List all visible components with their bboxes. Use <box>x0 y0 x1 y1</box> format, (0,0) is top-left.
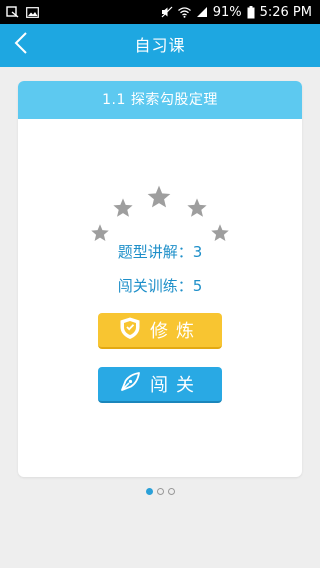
shield-icon <box>118 316 142 345</box>
star-icon <box>187 198 207 217</box>
status-left <box>0 6 39 18</box>
lesson-title: 1.1 探索勾股定理 <box>18 81 302 119</box>
page-dot-active[interactable] <box>145 488 153 495</box>
explain-count: 题型讲解：3 <box>117 243 203 261</box>
page-dot[interactable] <box>167 488 175 495</box>
challenge-label: 闯关 <box>150 375 202 396</box>
star-icon <box>113 198 133 217</box>
clock: 5:26 PM <box>259 4 312 20</box>
pen-nib-icon <box>118 370 142 399</box>
page-title: 自习课 <box>134 36 186 55</box>
status-bar: 91% 5:26 PM <box>0 0 320 24</box>
notification-icon <box>6 6 20 18</box>
lesson-card[interactable]: 1.1 探索勾股定理 题型讲解：3 闯关训练：5 修炼 闯关 <box>18 81 302 477</box>
wifi-icon <box>177 6 191 18</box>
training-count: 闯关训练：5 <box>117 277 203 295</box>
image-icon <box>26 6 39 18</box>
star-icon <box>147 185 171 208</box>
practice-button[interactable]: 修炼 <box>98 313 222 349</box>
signal-icon <box>196 6 208 18</box>
challenge-button[interactable]: 闯关 <box>98 367 222 403</box>
title-bar: 自习课 <box>0 24 320 67</box>
battery-percent: 91% <box>212 4 242 20</box>
status-right: 91% 5:26 PM <box>161 5 320 20</box>
practice-label: 修炼 <box>150 321 202 342</box>
star-rating <box>18 181 302 241</box>
page-indicator <box>0 488 320 495</box>
mute-icon <box>161 6 173 18</box>
page-dot[interactable] <box>156 488 164 495</box>
star-icon <box>91 224 109 241</box>
battery-icon <box>247 5 255 19</box>
star-icon <box>211 224 229 241</box>
